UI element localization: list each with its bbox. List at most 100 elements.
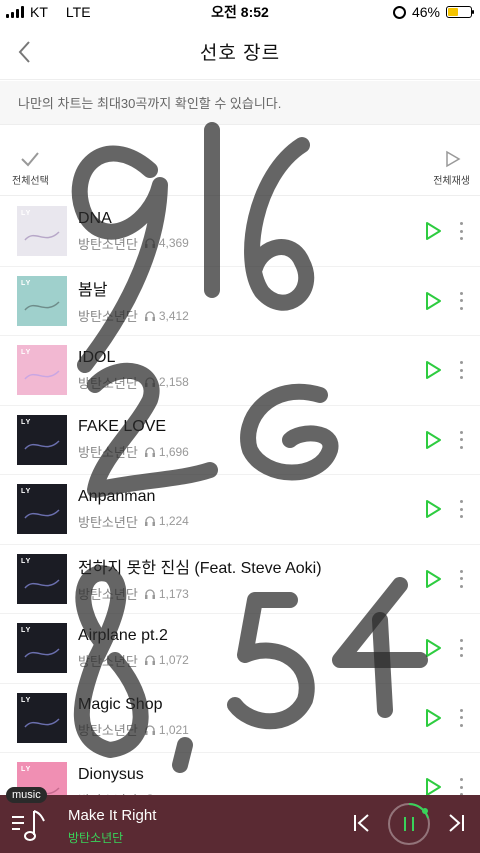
play-count: 3,412 xyxy=(144,309,189,323)
song-artist: 방탄소년단 xyxy=(78,445,138,461)
play-count: 1,021 xyxy=(144,723,189,737)
play-icon[interactable] xyxy=(422,498,444,520)
headphones-icon xyxy=(144,238,155,249)
page-title: 선호 장르 xyxy=(199,43,281,64)
song-meta: 방탄소년단 1,072 xyxy=(78,651,189,670)
play-count-value: 2,158 xyxy=(158,375,189,390)
album-cover: LY xyxy=(17,275,67,326)
list-controls: 전체선택 전체재생 xyxy=(0,126,480,196)
play-count-value: 1,021 xyxy=(158,722,189,737)
chevron-left-icon[interactable] xyxy=(12,38,40,66)
song-row[interactable]: LY 전하지 못한 진심 (Feat. Steve Aoki) 방탄소년단 1,… xyxy=(0,545,480,614)
album-cover: LY xyxy=(17,553,67,604)
song-row[interactable]: LY DNA 방탄소년단 4,369 xyxy=(0,197,480,267)
status-right: 46% xyxy=(392,4,480,20)
more-icon[interactable] xyxy=(458,361,464,380)
play-count: 1,696 xyxy=(144,445,189,459)
headphones-icon xyxy=(144,377,155,388)
more-icon[interactable] xyxy=(458,222,464,241)
status-bar: KT LTE 오전 8:52 46% xyxy=(0,0,480,24)
song-info: Magic Shop 방탄소년단 1,021 xyxy=(78,696,189,739)
song-artist: 방탄소년단 xyxy=(78,514,138,530)
song-artist: 방탄소년단 xyxy=(78,375,138,391)
headphones-icon xyxy=(144,516,155,527)
headphones-icon xyxy=(144,311,155,321)
now-playing-artist: 방탄소년단 xyxy=(68,831,124,845)
song-artist: 방탄소년단 xyxy=(78,653,138,669)
song-row[interactable]: LY Magic Shop 방탄소년단 1,021 xyxy=(0,684,480,753)
song-title: 전하지 못한 진심 (Feat. Steve Aoki) xyxy=(78,560,322,578)
headphones-icon xyxy=(144,589,155,599)
play-icon[interactable] xyxy=(422,290,444,312)
album-cover: LY xyxy=(17,692,67,743)
more-icon[interactable] xyxy=(458,430,464,449)
song-artist: 방탄소년단 xyxy=(78,236,138,252)
play-icon[interactable] xyxy=(422,359,444,381)
play-icon[interactable] xyxy=(422,568,444,590)
play-icon[interactable] xyxy=(422,429,444,451)
song-title: IDOL xyxy=(78,348,116,366)
headphones-icon xyxy=(144,447,155,457)
signal-icon xyxy=(6,6,24,18)
battery-percent: 46% xyxy=(411,4,440,20)
play-count: 2,158 xyxy=(144,375,189,389)
status-left: KT LTE xyxy=(0,4,91,20)
play-icon[interactable] xyxy=(422,637,444,659)
song-title: FAKE LOVE xyxy=(78,418,167,436)
play-count-value: 4,369 xyxy=(158,236,189,251)
album-cover: LY xyxy=(17,345,67,396)
song-title: Dionysus xyxy=(78,765,144,783)
play-all-button[interactable]: 전체재생 xyxy=(433,150,470,187)
battery-icon xyxy=(446,6,474,18)
song-row[interactable]: LY Anpanman 방탄소년단 1,224 xyxy=(0,475,480,545)
song-row[interactable]: LY IDOL 방탄소년단 2,158 xyxy=(0,336,480,406)
play-count: 1,224 xyxy=(144,514,189,528)
play-count-value: 1,173 xyxy=(158,586,189,601)
mini-player[interactable]: music Make It Right 방탄소년단 xyxy=(0,787,480,853)
song-row[interactable]: LY 봄날 방탄소년단 3,412 xyxy=(0,267,480,336)
play-count: 1,173 xyxy=(144,587,189,601)
song-row[interactable]: LY FAKE LOVE 방탄소년단 1,696 xyxy=(0,406,480,475)
album-cover: LY xyxy=(17,484,67,535)
play-count-value: 1,696 xyxy=(158,444,189,459)
play-count-value: 1,072 xyxy=(158,653,189,668)
notice-text: 나만의 차트는 최대30곡까지 확인할 수 있습니다. xyxy=(18,96,282,111)
song-meta: 방탄소년단 1,173 xyxy=(78,584,322,603)
more-icon[interactable] xyxy=(458,778,464,797)
nav-bar: 선호 장르 xyxy=(0,24,480,80)
song-meta: 방탄소년단 1,224 xyxy=(78,512,189,531)
song-list: LY DNA 방탄소년단 4,369 LY 봄날 방탄소년단 3,412 LY … xyxy=(0,197,480,823)
song-title: Magic Shop xyxy=(78,696,163,714)
more-icon[interactable] xyxy=(458,708,464,727)
album-cover: LY xyxy=(17,414,67,465)
play-icon[interactable] xyxy=(422,220,444,242)
more-icon[interactable] xyxy=(458,569,464,588)
music-tag: music xyxy=(6,787,47,803)
playlist-music-icon[interactable] xyxy=(10,807,48,843)
more-icon[interactable] xyxy=(458,639,464,658)
song-artist: 방탄소년단 xyxy=(78,723,138,739)
check-icon xyxy=(21,152,40,167)
song-artist: 방탄소년단 xyxy=(78,309,138,325)
pause-button[interactable] xyxy=(386,801,432,847)
previous-icon[interactable] xyxy=(352,813,372,833)
carrier-label: KT xyxy=(30,4,48,20)
album-cover: LY xyxy=(17,623,67,674)
play-count-value: 3,412 xyxy=(158,308,189,323)
song-info: DNA 방탄소년단 4,369 xyxy=(78,210,189,253)
play-icon[interactable] xyxy=(422,707,444,729)
next-icon[interactable] xyxy=(446,813,466,833)
more-icon[interactable] xyxy=(458,500,464,519)
play-all-label: 전체재생 xyxy=(433,176,470,187)
play-count-value: 1,224 xyxy=(158,514,189,529)
song-title: Anpanman xyxy=(78,487,156,505)
more-icon[interactable] xyxy=(458,291,464,310)
song-meta: 방탄소년단 2,158 xyxy=(78,373,189,392)
song-info: 전하지 못한 진심 (Feat. Steve Aoki) 방탄소년단 1,173 xyxy=(78,554,322,603)
select-all-button[interactable]: 전체선택 xyxy=(12,150,49,187)
song-title: 봄날 xyxy=(78,282,108,300)
song-title: DNA xyxy=(78,209,112,227)
song-info: IDOL 방탄소년단 2,158 xyxy=(78,349,189,392)
song-info: FAKE LOVE 방탄소년단 1,696 xyxy=(78,418,189,461)
song-row[interactable]: LY Airplane pt.2 방탄소년단 1,072 xyxy=(0,614,480,684)
